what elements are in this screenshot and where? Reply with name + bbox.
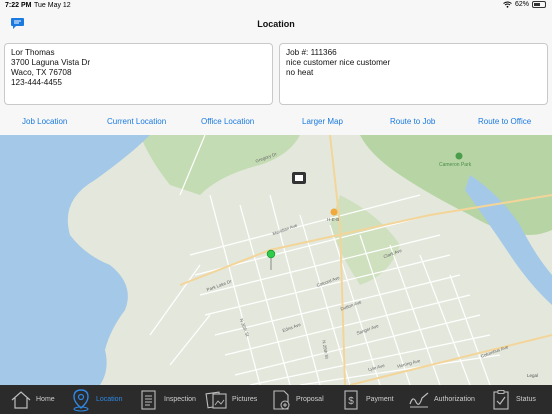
map-label-heb: H-E-B: [327, 217, 340, 222]
route-to-office-link[interactable]: Route to Office: [478, 117, 531, 126]
home-icon: [8, 387, 34, 413]
office-location-link[interactable]: Office Location: [201, 117, 254, 126]
payment-icon: $: [338, 387, 364, 413]
job-location-link[interactable]: Job Location: [22, 117, 67, 126]
nav-bar: Location: [0, 11, 552, 39]
map-legal-link[interactable]: Legal: [527, 373, 538, 378]
tab-label: Authorization: [434, 396, 475, 403]
tab-inspection[interactable]: Inspection: [136, 385, 204, 414]
signature-icon: [406, 387, 432, 413]
tab-label: Status: [516, 396, 536, 403]
customer-address: 3700 Laguna Vista Dr: [11, 58, 91, 67]
inspection-document-icon: [136, 387, 162, 413]
tab-authorization[interactable]: Authorization: [406, 385, 488, 414]
tab-label: Payment: [366, 396, 394, 403]
job-number: Job #: 111366: [286, 48, 337, 57]
tab-label: Inspection: [164, 396, 196, 403]
tab-payment[interactable]: $ Payment: [338, 385, 406, 414]
pictures-icon: [204, 387, 230, 413]
customer-phone: 123-444-4455: [11, 78, 62, 87]
customer-info-box[interactable]: Lor Thomas 3700 Laguna Vista Dr Waco, TX…: [4, 43, 273, 105]
proposal-icon: [268, 387, 294, 413]
status-checklist-icon: [488, 387, 514, 413]
status-time: 7:22 PM: [5, 2, 32, 9]
tab-label: Location: [96, 396, 123, 403]
location-pin-icon: [68, 387, 94, 413]
cameron-park-marker[interactable]: [455, 152, 463, 160]
wifi-icon: [503, 1, 512, 8]
status-right: 62%: [503, 1, 546, 8]
tab-status[interactable]: Status: [488, 385, 552, 414]
tab-label: Pictures: [232, 396, 258, 403]
tab-proposal[interactable]: Proposal: [268, 385, 338, 414]
route-to-job-link[interactable]: Route to Job: [390, 117, 435, 126]
battery-icon: [532, 1, 546, 8]
map-canvas: [0, 135, 552, 385]
status-bar: 7:22 PM Tue May 12 62%: [0, 0, 552, 11]
tab-bar: Home Location Inspection Pictures Propos…: [0, 385, 552, 414]
map-label-cameron-park: Cameron Park: [439, 162, 472, 168]
customer-city: Waco, TX 76708: [11, 68, 72, 77]
app: 7:22 PM Tue May 12 62% Location Lor Thom…: [0, 0, 552, 414]
battery-level: [534, 3, 540, 6]
tab-label: Proposal: [296, 396, 324, 403]
store-marker[interactable]: [292, 172, 306, 184]
current-location-link[interactable]: Current Location: [107, 117, 166, 126]
map-view[interactable]: Park Lake Dr Cameron Park H-E-B Gregory …: [0, 135, 552, 385]
larger-map-link[interactable]: Larger Map: [302, 117, 343, 126]
page-title: Location: [257, 19, 295, 29]
job-note: nice customer nice customer: [286, 58, 391, 67]
tab-location[interactable]: Location: [68, 385, 136, 414]
job-info-box[interactable]: Job #: 111366 nice customer nice custome…: [279, 43, 548, 105]
status-date: Tue May 12: [34, 2, 71, 9]
tab-label: Home: [36, 396, 55, 403]
tab-pictures[interactable]: Pictures: [204, 385, 268, 414]
customer-name: Lor Thomas: [11, 48, 55, 57]
tab-home[interactable]: Home: [0, 385, 68, 414]
job-problem: no heat: [286, 68, 314, 77]
battery-percent: 62%: [514, 1, 529, 8]
svg-text:$: $: [348, 396, 354, 407]
map-actions: Job Location Current Location Office Loc…: [0, 112, 552, 132]
heb-marker[interactable]: [330, 208, 338, 216]
